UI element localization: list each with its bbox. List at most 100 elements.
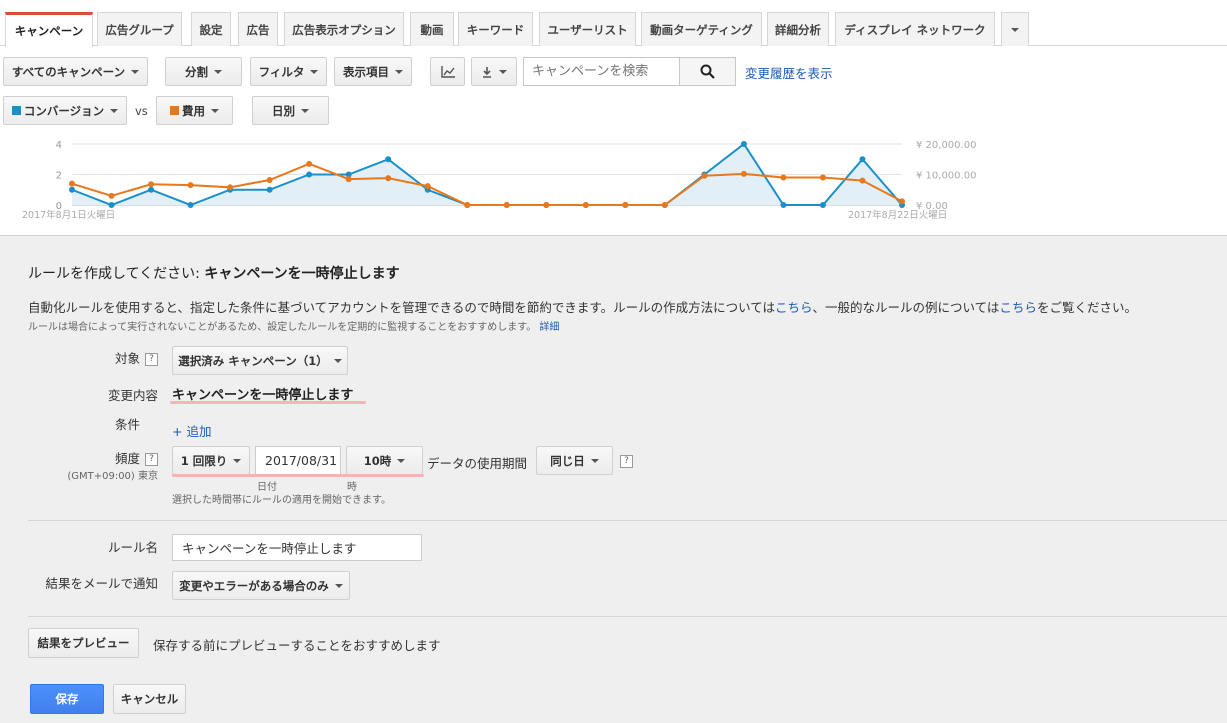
email-notify-value: 変更やエラーがある場合のみ bbox=[179, 578, 329, 593]
data-point bbox=[780, 174, 787, 181]
hour-dropdown[interactable]: 10時 bbox=[346, 446, 423, 475]
help-icon[interactable]: ? bbox=[620, 455, 633, 468]
date-value: 2017/08/31 bbox=[265, 453, 338, 468]
metric2-swatch bbox=[170, 105, 179, 115]
search-button[interactable] bbox=[680, 57, 736, 86]
data-point bbox=[266, 176, 273, 183]
highlight-underline bbox=[170, 401, 366, 404]
search-icon bbox=[700, 64, 715, 79]
chevron-down-icon bbox=[131, 69, 140, 74]
all-campaigns-dropdown[interactable]: すべてのキャンペーン bbox=[3, 57, 148, 86]
date-input[interactable]: 2017/08/31 bbox=[255, 446, 341, 475]
tab-keywords[interactable]: キーワード bbox=[458, 12, 533, 46]
tab-settings[interactable]: 設定 bbox=[191, 12, 231, 46]
rule-name-input[interactable]: キャンペーンを一時停止します bbox=[172, 534, 422, 561]
change-history-link[interactable]: 変更履歴を表示 bbox=[745, 63, 833, 82]
help-icon[interactable]: ? bbox=[145, 353, 158, 366]
rule-name-value: キャンペーンを一時停止します bbox=[182, 541, 357, 556]
preview-button[interactable]: 結果をプレビュー bbox=[28, 628, 139, 658]
rule-name-label: ルール名 bbox=[107, 540, 158, 555]
data-point bbox=[582, 202, 589, 208]
rule-note: ルールは場合によって実行されないことがあるため、設定したルールを定期的に監視する… bbox=[28, 318, 559, 333]
tab-videos[interactable]: 動画 bbox=[410, 12, 454, 46]
examples-link[interactable]: こちら bbox=[999, 300, 1037, 315]
rule-title-prefix: ルールを作成してください: bbox=[28, 266, 205, 282]
rule-description: 自動化ルールを使用すると、指定した条件に基づいてアカウントを管理できるので時間を… bbox=[28, 297, 1137, 316]
chevron-down-icon bbox=[395, 69, 403, 74]
data-point bbox=[69, 186, 75, 193]
download-dropdown[interactable] bbox=[471, 57, 517, 86]
chart-toggle-button[interactable] bbox=[430, 57, 465, 86]
data-point bbox=[227, 184, 234, 191]
help-icon[interactable]: ? bbox=[145, 453, 158, 466]
segment-dropdown[interactable]: 分割 bbox=[165, 57, 242, 86]
add-condition-link[interactable]: + 追加 bbox=[172, 421, 211, 440]
period-dropdown[interactable]: 日別 bbox=[252, 96, 329, 125]
hour-value: 10時 bbox=[363, 453, 392, 468]
segment-label: 分割 bbox=[185, 64, 208, 79]
data-point bbox=[543, 202, 550, 208]
period-label: 日別 bbox=[272, 103, 295, 118]
data-point bbox=[503, 202, 510, 208]
target-label-row: 対象? bbox=[60, 348, 158, 367]
metric2-dropdown[interactable]: 費用 bbox=[156, 96, 233, 125]
y-tick-right: ¥ 20,000.00 bbox=[916, 140, 976, 151]
more-tabs-button[interactable] bbox=[1001, 12, 1029, 46]
tab-bar: キャンペーン 広告グループ 設定 広告 広告表示オプション 動画 キーワード ユ… bbox=[0, 0, 1227, 47]
frequency-value: 1 回限り bbox=[180, 453, 228, 468]
tab-analysis[interactable]: 詳細分析 bbox=[767, 12, 829, 46]
data-point bbox=[266, 186, 273, 193]
frequency-dropdown[interactable]: 1 回限り bbox=[172, 446, 250, 475]
chevron-down-icon bbox=[214, 69, 222, 74]
tab-display-network[interactable]: ディスプレイ ネットワーク bbox=[835, 12, 995, 46]
divider bbox=[28, 616, 1227, 617]
tab-campaigns[interactable]: キャンペーン bbox=[5, 12, 93, 47]
filter-dropdown[interactable]: フィルタ bbox=[250, 57, 327, 86]
data-point bbox=[701, 172, 708, 179]
data-point bbox=[187, 202, 194, 208]
data-point bbox=[385, 156, 392, 163]
tab-ads[interactable]: 広告 bbox=[238, 12, 278, 46]
chevron-down-icon bbox=[333, 358, 342, 363]
data-point bbox=[345, 176, 352, 183]
cancel-button[interactable]: キャンセル bbox=[113, 684, 186, 714]
data-point bbox=[740, 141, 747, 147]
data-point bbox=[69, 180, 75, 187]
filter-label: フィルタ bbox=[258, 64, 305, 79]
data-point bbox=[464, 202, 471, 208]
target-dropdown[interactable]: 選択済み キャンペーン（1） bbox=[172, 346, 348, 375]
data-period-dropdown[interactable]: 同じ日 bbox=[536, 446, 613, 475]
target-value: 選択済み キャンペーン（1） bbox=[178, 353, 328, 368]
divider bbox=[28, 520, 1227, 521]
data-point bbox=[306, 160, 313, 167]
tab-ad-groups[interactable]: 広告グループ bbox=[97, 12, 182, 46]
timezone-label: (GMT+09:00) 東京 bbox=[67, 471, 158, 482]
vs-label: vs bbox=[135, 104, 148, 118]
data-point bbox=[819, 202, 826, 208]
email-notify-dropdown[interactable]: 変更やエラーがある場合のみ bbox=[172, 571, 350, 600]
save-button[interactable]: 保存 bbox=[30, 684, 104, 714]
chevron-down-icon bbox=[301, 108, 309, 113]
columns-dropdown[interactable]: 表示項目 bbox=[334, 57, 412, 86]
howto-link[interactable]: こちら bbox=[775, 300, 813, 315]
metric1-swatch bbox=[11, 105, 21, 115]
cancel-label: キャンセル bbox=[120, 692, 179, 706]
chevron-down-icon bbox=[334, 583, 343, 588]
tab-user-lists[interactable]: ユーザーリスト bbox=[539, 12, 636, 46]
freq-label: 頻度 bbox=[114, 451, 140, 466]
metric2-label: 費用 bbox=[182, 103, 205, 118]
data-period-label: データの使用期間 bbox=[427, 456, 528, 471]
data-point bbox=[819, 174, 826, 181]
data-point bbox=[108, 192, 115, 199]
details-link[interactable]: 詳細 bbox=[539, 322, 559, 333]
data-point bbox=[424, 183, 431, 190]
search-input[interactable] bbox=[523, 57, 680, 86]
email-label: 結果をメールで通知 bbox=[45, 576, 158, 591]
metric1-dropdown[interactable]: コンバージョン bbox=[3, 96, 127, 125]
tab-video-targeting[interactable]: 動画ターゲティング bbox=[641, 12, 762, 46]
data-point bbox=[148, 181, 155, 188]
data-point bbox=[859, 177, 866, 184]
chevron-down-icon bbox=[211, 108, 219, 113]
tab-ad-extensions[interactable]: 広告表示オプション bbox=[284, 12, 404, 46]
y-tick-left: 2 bbox=[56, 171, 62, 182]
